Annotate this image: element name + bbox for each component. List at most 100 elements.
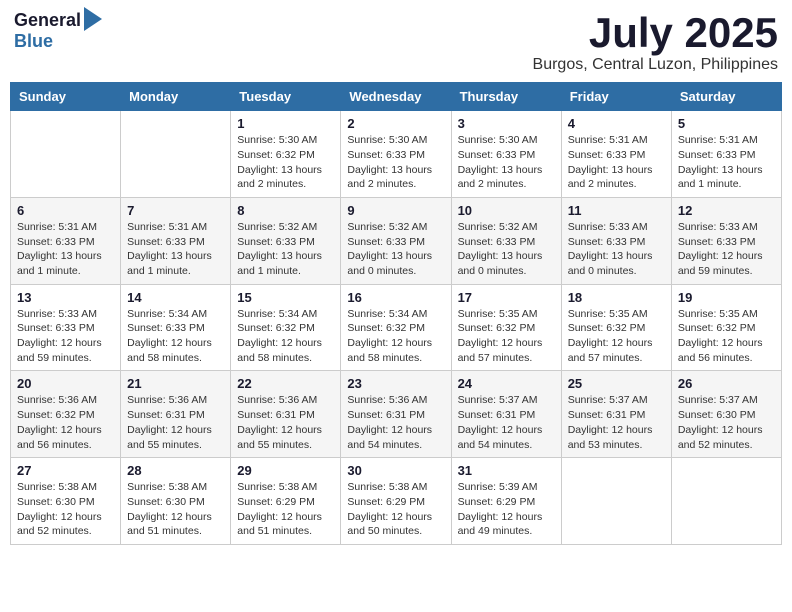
logo-arrow-icon: [84, 7, 102, 31]
day-info: Sunrise: 5:31 AM Sunset: 6:33 PM Dayligh…: [568, 133, 665, 192]
title-block: July 2025 Burgos, Central Luzon, Philipp…: [533, 10, 778, 74]
day-number: 4: [568, 116, 665, 131]
calendar-cell: 23 Sunrise: 5:36 AM Sunset: 6:31 PM Dayli…: [341, 371, 451, 458]
day-info: Sunrise: 5:36 AM Sunset: 6:31 PM Dayligh…: [237, 393, 334, 452]
calendar-cell: 29 Sunrise: 5:38 AM Sunset: 6:29 PM Dayli…: [231, 458, 341, 545]
day-info: Sunrise: 5:35 AM Sunset: 6:32 PM Dayligh…: [678, 307, 775, 366]
day-number: 7: [127, 203, 224, 218]
day-info: Sunrise: 5:30 AM Sunset: 6:33 PM Dayligh…: [347, 133, 444, 192]
day-info: Sunrise: 5:30 AM Sunset: 6:32 PM Dayligh…: [237, 133, 334, 192]
calendar-table: SundayMondayTuesdayWednesdayThursdayFrid…: [10, 82, 782, 545]
calendar-day-header: Tuesday: [231, 83, 341, 111]
calendar-cell: 24 Sunrise: 5:37 AM Sunset: 6:31 PM Dayli…: [451, 371, 561, 458]
day-info: Sunrise: 5:30 AM Sunset: 6:33 PM Dayligh…: [458, 133, 555, 192]
day-info: Sunrise: 5:35 AM Sunset: 6:32 PM Dayligh…: [568, 307, 665, 366]
day-number: 17: [458, 290, 555, 305]
calendar-cell: 18Sunrise: 5:35 AM Sunset: 6:32 PM Dayli…: [561, 284, 671, 371]
day-info: Sunrise: 5:34 AM Sunset: 6:32 PM Dayligh…: [347, 307, 444, 366]
day-number: 23: [347, 376, 444, 391]
day-number: 30: [347, 463, 444, 478]
calendar-cell: 9 Sunrise: 5:32 AM Sunset: 6:33 PM Daylig…: [341, 197, 451, 284]
calendar-cell: 22Sunrise: 5:36 AM Sunset: 6:31 PM Dayli…: [231, 371, 341, 458]
calendar-subtitle: Burgos, Central Luzon, Philippines: [533, 56, 778, 74]
day-number: 6: [17, 203, 114, 218]
day-info: Sunrise: 5:37 AM Sunset: 6:30 PM Dayligh…: [678, 393, 775, 452]
calendar-cell: 15Sunrise: 5:34 AM Sunset: 6:32 PM Dayli…: [231, 284, 341, 371]
calendar-day-header: Saturday: [671, 83, 781, 111]
calendar-cell: 3 Sunrise: 5:30 AM Sunset: 6:33 PM Daylig…: [451, 111, 561, 198]
calendar-cell: 8 Sunrise: 5:32 AM Sunset: 6:33 PM Daylig…: [231, 197, 341, 284]
day-info: Sunrise: 5:37 AM Sunset: 6:31 PM Dayligh…: [458, 393, 555, 452]
day-number: 28: [127, 463, 224, 478]
day-number: 2: [347, 116, 444, 131]
calendar-day-header: Thursday: [451, 83, 561, 111]
day-info: Sunrise: 5:31 AM Sunset: 6:33 PM Dayligh…: [678, 133, 775, 192]
calendar-cell: 4 Sunrise: 5:31 AM Sunset: 6:33 PM Daylig…: [561, 111, 671, 198]
calendar-day-header: Friday: [561, 83, 671, 111]
calendar-week-row: 1 Sunrise: 5:30 AM Sunset: 6:32 PM Daylig…: [11, 111, 782, 198]
day-info: Sunrise: 5:33 AM Sunset: 6:33 PM Dayligh…: [568, 220, 665, 279]
calendar-cell: 12Sunrise: 5:33 AM Sunset: 6:33 PM Dayli…: [671, 197, 781, 284]
day-number: 21: [127, 376, 224, 391]
day-info: Sunrise: 5:38 AM Sunset: 6:29 PM Dayligh…: [237, 480, 334, 539]
calendar-cell: 14Sunrise: 5:34 AM Sunset: 6:33 PM Dayli…: [121, 284, 231, 371]
day-number: 8: [237, 203, 334, 218]
calendar-week-row: 20 Sunrise: 5:36 AM Sunset: 6:32 PM Dayli…: [11, 371, 782, 458]
day-number: 27: [17, 463, 114, 478]
calendar-cell: 21 Sunrise: 5:36 AM Sunset: 6:31 PM Dayli…: [121, 371, 231, 458]
calendar-cell: 25Sunrise: 5:37 AM Sunset: 6:31 PM Dayli…: [561, 371, 671, 458]
day-number: 25: [568, 376, 665, 391]
calendar-cell: [11, 111, 121, 198]
day-number: 3: [458, 116, 555, 131]
calendar-cell: [561, 458, 671, 545]
day-number: 10: [458, 203, 555, 218]
calendar-cell: 16 Sunrise: 5:34 AM Sunset: 6:32 PM Dayli…: [341, 284, 451, 371]
day-number: 19: [678, 290, 775, 305]
calendar-cell: [121, 111, 231, 198]
day-info: Sunrise: 5:38 AM Sunset: 6:30 PM Dayligh…: [17, 480, 114, 539]
day-number: 5: [678, 116, 775, 131]
day-info: Sunrise: 5:32 AM Sunset: 6:33 PM Dayligh…: [237, 220, 334, 279]
day-info: Sunrise: 5:38 AM Sunset: 6:29 PM Dayligh…: [347, 480, 444, 539]
calendar-cell: 27 Sunrise: 5:38 AM Sunset: 6:30 PM Dayli…: [11, 458, 121, 545]
calendar-week-row: 13Sunrise: 5:33 AM Sunset: 6:33 PM Dayli…: [11, 284, 782, 371]
day-info: Sunrise: 5:31 AM Sunset: 6:33 PM Dayligh…: [127, 220, 224, 279]
calendar-header-row: SundayMondayTuesdayWednesdayThursdayFrid…: [11, 83, 782, 111]
day-number: 1: [237, 116, 334, 131]
page-header: General Blue July 2025 Burgos, Central L…: [10, 10, 782, 74]
calendar-cell: 2 Sunrise: 5:30 AM Sunset: 6:33 PM Daylig…: [341, 111, 451, 198]
day-info: Sunrise: 5:33 AM Sunset: 6:33 PM Dayligh…: [678, 220, 775, 279]
calendar-cell: 28Sunrise: 5:38 AM Sunset: 6:30 PM Dayli…: [121, 458, 231, 545]
day-info: Sunrise: 5:32 AM Sunset: 6:33 PM Dayligh…: [347, 220, 444, 279]
calendar-cell: 13Sunrise: 5:33 AM Sunset: 6:33 PM Dayli…: [11, 284, 121, 371]
calendar-week-row: 27 Sunrise: 5:38 AM Sunset: 6:30 PM Dayli…: [11, 458, 782, 545]
logo: General Blue: [14, 10, 102, 52]
day-info: Sunrise: 5:36 AM Sunset: 6:32 PM Dayligh…: [17, 393, 114, 452]
calendar-title: July 2025: [533, 10, 778, 56]
day-number: 24: [458, 376, 555, 391]
day-info: Sunrise: 5:39 AM Sunset: 6:29 PM Dayligh…: [458, 480, 555, 539]
calendar-cell: 10 Sunrise: 5:32 AM Sunset: 6:33 PM Dayli…: [451, 197, 561, 284]
calendar-cell: 19 Sunrise: 5:35 AM Sunset: 6:32 PM Dayli…: [671, 284, 781, 371]
calendar-cell: 20 Sunrise: 5:36 AM Sunset: 6:32 PM Dayli…: [11, 371, 121, 458]
day-info: Sunrise: 5:33 AM Sunset: 6:33 PM Dayligh…: [17, 307, 114, 366]
calendar-cell: 17 Sunrise: 5:35 AM Sunset: 6:32 PM Dayli…: [451, 284, 561, 371]
calendar-cell: 1 Sunrise: 5:30 AM Sunset: 6:32 PM Daylig…: [231, 111, 341, 198]
day-info: Sunrise: 5:35 AM Sunset: 6:32 PM Dayligh…: [458, 307, 555, 366]
day-number: 9: [347, 203, 444, 218]
calendar-cell: 30 Sunrise: 5:38 AM Sunset: 6:29 PM Dayli…: [341, 458, 451, 545]
day-info: Sunrise: 5:34 AM Sunset: 6:33 PM Dayligh…: [127, 307, 224, 366]
logo-blue-text: Blue: [14, 31, 53, 52]
day-number: 29: [237, 463, 334, 478]
day-number: 31: [458, 463, 555, 478]
day-info: Sunrise: 5:36 AM Sunset: 6:31 PM Dayligh…: [127, 393, 224, 452]
calendar-cell: 7 Sunrise: 5:31 AM Sunset: 6:33 PM Daylig…: [121, 197, 231, 284]
calendar-day-header: Monday: [121, 83, 231, 111]
calendar-cell: [671, 458, 781, 545]
day-number: 11: [568, 203, 665, 218]
day-info: Sunrise: 5:32 AM Sunset: 6:33 PM Dayligh…: [458, 220, 555, 279]
day-info: Sunrise: 5:36 AM Sunset: 6:31 PM Dayligh…: [347, 393, 444, 452]
day-info: Sunrise: 5:31 AM Sunset: 6:33 PM Dayligh…: [17, 220, 114, 279]
day-number: 16: [347, 290, 444, 305]
day-number: 20: [17, 376, 114, 391]
